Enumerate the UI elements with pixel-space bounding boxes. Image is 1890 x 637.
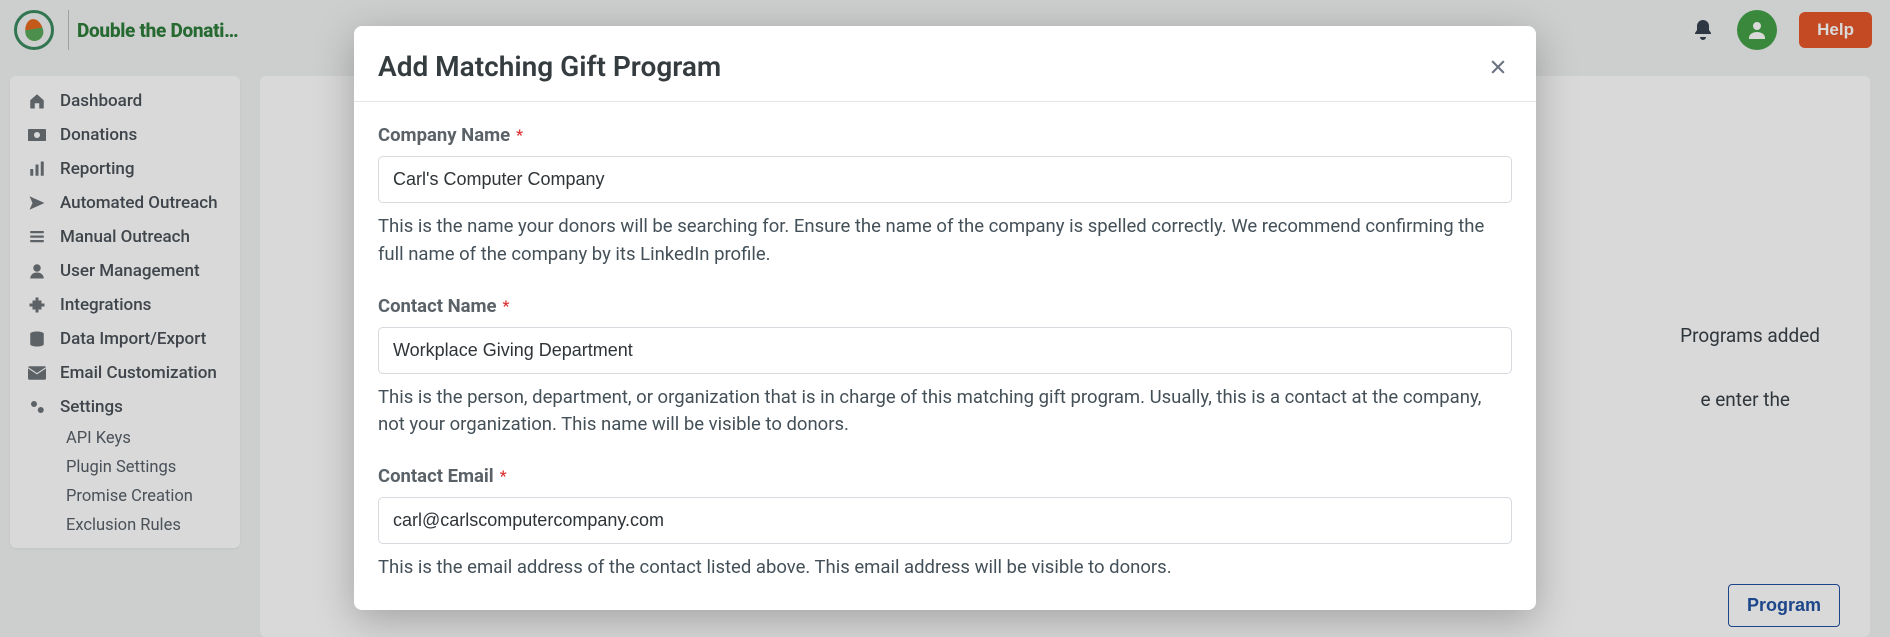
close-icon (1488, 57, 1508, 77)
contact-email-group: Contact Email * This is the email addres… (378, 465, 1512, 582)
contact-email-help: This is the email address of the contact… (378, 554, 1512, 582)
company-name-label: Company Name * (378, 124, 523, 146)
label-text: Contact Name (378, 295, 497, 317)
contact-email-label: Contact Email * (378, 465, 507, 487)
contact-name-group: Contact Name * This is the person, depar… (378, 295, 1512, 440)
contact-name-input[interactable] (378, 327, 1512, 374)
modal-header: Add Matching Gift Program (354, 26, 1536, 102)
required-asterisk: * (503, 297, 510, 315)
close-button[interactable] (1484, 53, 1512, 81)
contact-name-label: Contact Name * (378, 295, 509, 317)
contact-email-input[interactable] (378, 497, 1512, 544)
required-asterisk: * (516, 126, 523, 144)
modal-title: Add Matching Gift Program (378, 50, 721, 83)
contact-name-help: This is the person, department, or organ… (378, 384, 1512, 440)
modal-body: Company Name * This is the name your don… (354, 102, 1536, 610)
company-name-help: This is the name your donors will be sea… (378, 213, 1512, 269)
add-matching-gift-program-modal: Add Matching Gift Program Company Name *… (354, 26, 1536, 610)
label-text: Contact Email (378, 465, 494, 487)
company-name-group: Company Name * This is the name your don… (378, 124, 1512, 269)
company-name-input[interactable] (378, 156, 1512, 203)
label-text: Company Name (378, 124, 510, 146)
required-asterisk: * (500, 467, 507, 485)
